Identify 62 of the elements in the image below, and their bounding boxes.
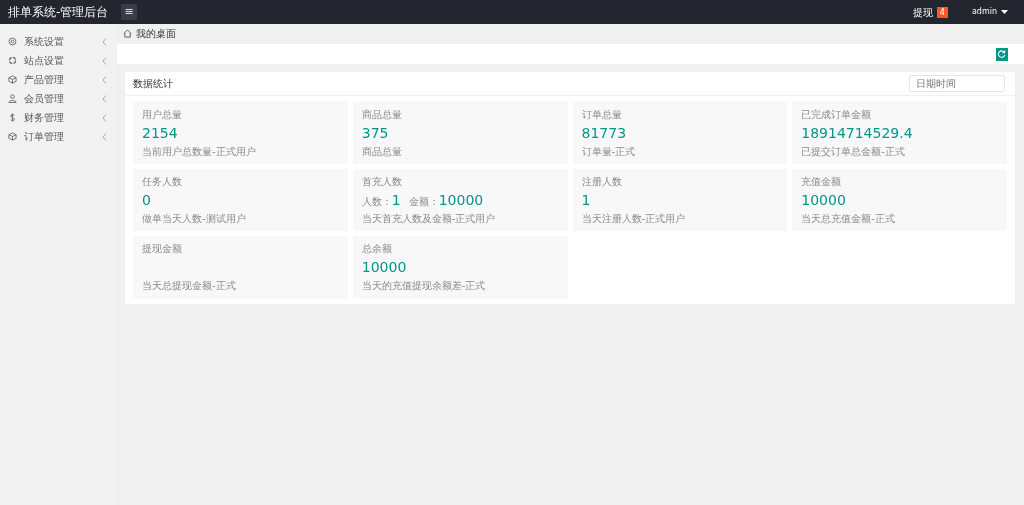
stat-value: 0 [142, 191, 151, 209]
menu-button[interactable]: ≡ [121, 4, 137, 20]
chevron-icon [102, 132, 107, 141]
stat-value: 10000 [801, 191, 846, 209]
notification-badge: 4 [936, 6, 948, 18]
sidebar-item[interactable]: 订单管理 [0, 127, 117, 146]
stat-value: 81773 [581, 124, 627, 142]
chevron-icon [102, 37, 107, 46]
user-menu[interactable]: admin [971, 6, 1008, 18]
box-icon [8, 132, 17, 141]
chevron-icon [102, 75, 107, 84]
stat-value: 1 [391, 191, 401, 209]
stat-label: 任务人数 [142, 175, 183, 189]
stat-note: 做单当天人数-测试用户 [142, 212, 247, 226]
stat-label: 商品总量 [361, 108, 403, 122]
stat-note: 当天的充值提现余额差-正式 [361, 279, 487, 293]
box-icon [8, 75, 17, 84]
dollar-icon [8, 113, 17, 122]
stat-note: 已提交订单总金额-正式 [801, 145, 906, 159]
breadcrumb[interactable]: 我的桌面 [117, 24, 1024, 42]
stat-label: 充值金额 [801, 175, 843, 189]
sidebar-item[interactable]: 财务管理 [0, 108, 117, 127]
stat-note: 当前用户总数量-正式用户 [142, 145, 257, 159]
stat-label: 首充人数 [361, 175, 403, 189]
stat-note: 当天首充人数及金额-正式用户 [361, 212, 497, 226]
stat-note: 当天注册人数-正式用户 [581, 212, 687, 226]
stat-note: 当天总充值金额-正式 [801, 212, 896, 226]
stat-note: 商品总量 [361, 145, 403, 159]
app-title: 排单系统-管理后台 [7, 4, 110, 21]
stat-label: 订单总量 [581, 108, 623, 122]
sidebar-item[interactable]: 产品管理 [0, 70, 117, 89]
refresh-button[interactable] [996, 47, 1008, 61]
stat-note: 订单量-正式 [581, 145, 637, 159]
stat-label: 提现金额 [142, 242, 183, 256]
stat-value: 18914714529.4 [801, 124, 913, 142]
sidebar-item[interactable]: 系统设置 [0, 32, 117, 51]
ring-icon [8, 56, 17, 65]
stat-label: 人数： [361, 195, 392, 209]
stat-label: 注册人数 [581, 175, 623, 189]
chevron-icon [102, 113, 107, 122]
chevron-icon [102, 56, 107, 65]
stat-value: 2154 [142, 124, 178, 142]
sidebar-item[interactable]: 会员管理 [0, 89, 117, 108]
chevron-icon [102, 94, 107, 103]
stat-value: 10000 [361, 258, 407, 276]
stat-label: 用户总量 [142, 108, 183, 122]
stat-label: 已完成订单金额 [801, 108, 873, 122]
gear-icon [8, 37, 17, 46]
refresh-icon [998, 50, 1006, 58]
stat-label: 金额： [408, 195, 439, 209]
sidebar-item[interactable]: 站点设置 [0, 51, 117, 70]
home-icon [123, 28, 132, 38]
stat-label: 总余额 [361, 242, 393, 256]
panel-title: 数据统计 [133, 77, 173, 91]
date-field[interactable]: 日期时间 [909, 75, 1005, 92]
stat-value: 1 [581, 191, 591, 209]
withdraw-link[interactable]: 提现 [912, 4, 933, 20]
stat-value: 10000 [438, 191, 484, 209]
stat-value: 375 [361, 124, 389, 142]
stat-note: 当天总提现金额-正式 [142, 279, 237, 293]
person-icon [8, 94, 17, 103]
caret-icon [1001, 9, 1008, 15]
